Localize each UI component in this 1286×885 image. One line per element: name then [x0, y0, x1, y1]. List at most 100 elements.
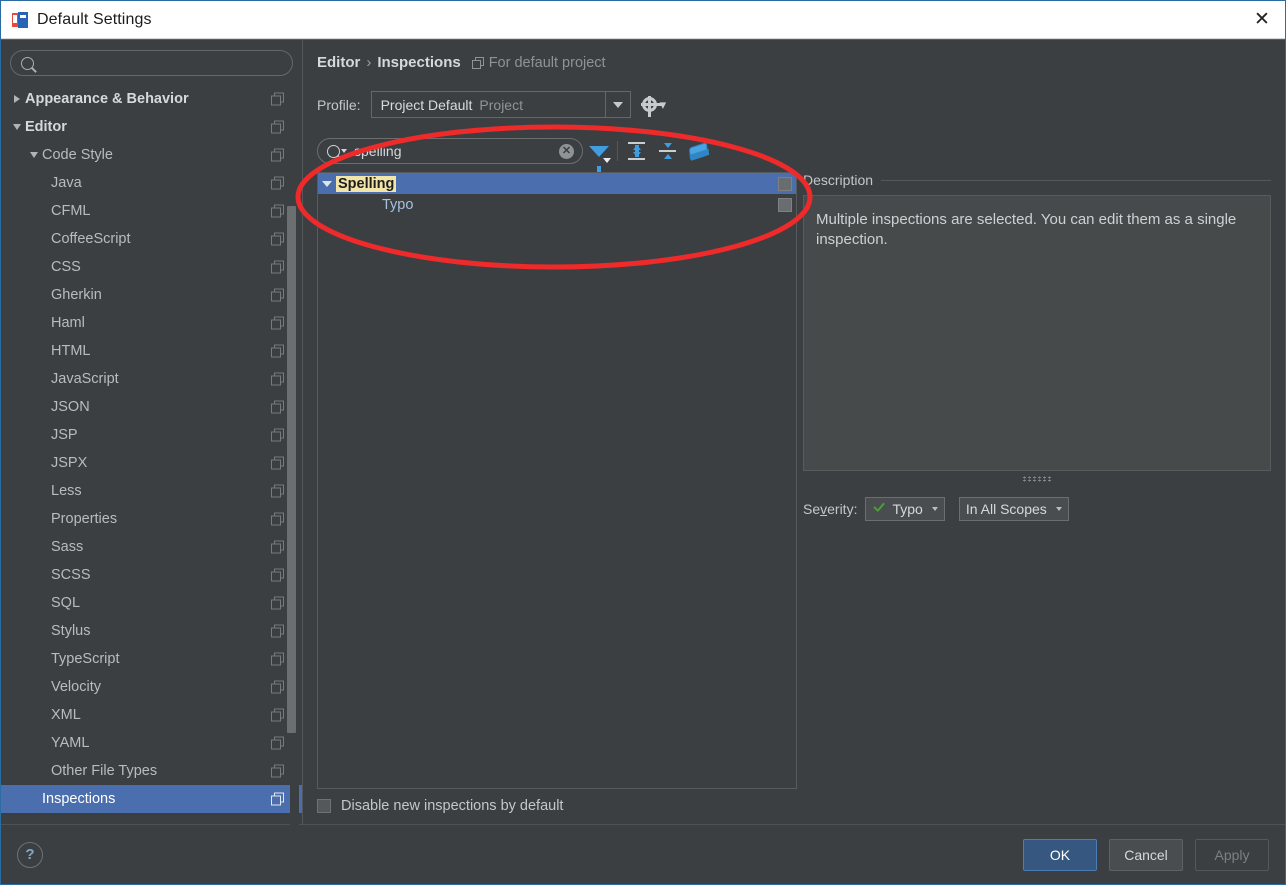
chevron-down-icon[interactable]	[26, 152, 42, 158]
copy-icon[interactable]	[271, 680, 284, 694]
profile-row: Profile: Project Default Project ▾	[317, 91, 1271, 118]
copy-icon[interactable]	[271, 540, 284, 554]
collapse-all-icon[interactable]	[652, 136, 683, 166]
inspection-search-input[interactable]: spelling ✕	[317, 138, 583, 164]
copy-icon[interactable]	[271, 344, 284, 358]
clear-icon[interactable]: ✕	[559, 143, 574, 159]
sidebar-tree[interactable]: Appearance & Behavior Editor Code Style Jav…	[1, 83, 302, 824]
sidebar-item-haml[interactable]: Haml	[1, 309, 302, 337]
reset-icon[interactable]	[683, 136, 714, 166]
copy-icon	[471, 56, 484, 69]
copy-icon[interactable]	[271, 92, 284, 106]
copy-icon[interactable]	[271, 764, 284, 778]
copy-icon[interactable]	[271, 120, 284, 134]
sidebar-item-label: TypeScript	[51, 651, 120, 667]
filter-icon[interactable]	[583, 136, 614, 173]
profile-value: Project Default	[380, 96, 473, 113]
sidebar-item-typescript[interactable]: TypeScript	[1, 645, 302, 673]
severity-value: Typo	[892, 501, 923, 517]
copy-icon[interactable]	[271, 456, 284, 470]
sidebar-item-stylus[interactable]: Stylus	[1, 617, 302, 645]
copy-icon[interactable]	[271, 232, 284, 246]
sidebar-item-appearance-behavior[interactable]: Appearance & Behavior	[1, 85, 302, 113]
sidebar-item-editor[interactable]: Editor	[1, 113, 302, 141]
sidebar-item-other-file-types[interactable]: Other File Types	[1, 757, 302, 785]
copy-icon[interactable]	[271, 148, 284, 162]
severity-row: Severity: Typo In All Scopes	[803, 497, 1271, 521]
scope-combobox[interactable]: In All Scopes	[958, 497, 1069, 521]
expand-all-icon[interactable]	[621, 136, 652, 166]
sidebar-item-gherkin[interactable]: Gherkin	[1, 281, 302, 309]
sidebar-item-code-style[interactable]: Code Style	[1, 141, 302, 169]
severity-combobox[interactable]: Typo	[865, 497, 945, 521]
sidebar-item-jspx[interactable]: JSPX	[1, 449, 302, 477]
inspection-row[interactable]: Spelling	[318, 173, 796, 194]
profile-settings-button[interactable]: ▾	[640, 96, 666, 117]
sidebar-item-sass[interactable]: Sass	[1, 533, 302, 561]
sidebar-item-javascript[interactable]: JavaScript	[1, 365, 302, 393]
copy-icon[interactable]	[271, 400, 284, 414]
close-icon[interactable]: ✕	[1239, 1, 1285, 39]
copy-icon[interactable]	[271, 708, 284, 722]
help-button[interactable]: ?	[17, 841, 43, 868]
inspection-checkbox[interactable]	[778, 176, 792, 191]
title-bar: Default Settings ✕	[1, 1, 1285, 39]
chevron-down-icon[interactable]	[604, 92, 630, 117]
sidebar-item-properties[interactable]: Properties	[1, 505, 302, 533]
copy-icon[interactable]	[271, 652, 284, 666]
description-rule	[881, 179, 1271, 181]
chevron-down-icon[interactable]	[318, 180, 336, 187]
sidebar-item-css[interactable]: CSS	[1, 253, 302, 281]
inspection-checkbox[interactable]	[778, 197, 792, 212]
copy-icon[interactable]	[271, 288, 284, 302]
sidebar-item-inspections[interactable]: Inspections	[1, 785, 302, 813]
sidebar-item-scss[interactable]: SCSS	[1, 561, 302, 589]
profile-combobox[interactable]: Project Default Project	[370, 91, 631, 118]
inspection-label: Typo	[382, 196, 414, 213]
sidebar-item-cfml[interactable]: CFML	[1, 197, 302, 225]
sidebar-scrollbar-track[interactable]	[287, 122, 299, 852]
resize-grip[interactable]	[1022, 476, 1052, 482]
copy-icon[interactable]	[271, 624, 284, 638]
dialog-body: Appearance & Behavior Editor Code Style Jav…	[1, 39, 1285, 852]
disable-new-inspections-checkbox[interactable]: Disable new inspections by default	[317, 798, 1271, 814]
copy-icon[interactable]	[271, 596, 284, 610]
sidebar-item-jsp[interactable]: JSP	[1, 421, 302, 449]
sidebar-item-java[interactable]: Java	[1, 169, 302, 197]
copy-icon[interactable]	[271, 792, 284, 806]
description-title: Description	[803, 172, 874, 188]
copy-icon[interactable]	[271, 512, 284, 526]
inspection-list[interactable]: Spelling Typo	[317, 172, 797, 789]
copy-icon[interactable]	[271, 428, 284, 442]
copy-icon[interactable]	[271, 484, 284, 498]
disable-new-inspections-label: Disable new inspections by default	[341, 798, 564, 814]
sidebar-item-html[interactable]: HTML	[1, 337, 302, 365]
sidebar-item-sql[interactable]: SQL	[1, 589, 302, 617]
copy-icon[interactable]	[271, 316, 284, 330]
copy-icon[interactable]	[271, 260, 284, 274]
copy-icon[interactable]	[271, 204, 284, 218]
sidebar-scrollbar-thumb[interactable]	[287, 206, 296, 733]
sidebar-item-json[interactable]: JSON	[1, 393, 302, 421]
sidebar-item-coffeescript[interactable]: CoffeeScript	[1, 225, 302, 253]
sidebar-item-yaml[interactable]: YAML	[1, 729, 302, 757]
sidebar-item-less[interactable]: Less	[1, 477, 302, 505]
chevron-right-icon[interactable]	[9, 95, 25, 103]
copy-icon[interactable]	[271, 176, 284, 190]
sidebar-item-velocity[interactable]: Velocity	[1, 673, 302, 701]
inspections-toolbar: spelling ✕	[317, 136, 1271, 173]
cancel-button[interactable]: Cancel	[1109, 838, 1183, 871]
inspection-row[interactable]: Typo	[318, 194, 796, 215]
ok-button[interactable]: OK	[1023, 838, 1097, 871]
sidebar-item-label: Velocity	[51, 679, 101, 695]
sidebar-item-xml[interactable]: XML	[1, 701, 302, 729]
copy-icon[interactable]	[271, 568, 284, 582]
sidebar-search-input[interactable]	[10, 50, 293, 76]
copy-icon[interactable]	[271, 736, 284, 750]
chevron-down-icon[interactable]	[9, 124, 25, 130]
typo-check-icon	[872, 503, 886, 515]
breadcrumb-editor[interactable]: Editor	[317, 54, 360, 71]
search-dropdown-icon	[327, 144, 340, 158]
copy-icon[interactable]	[271, 372, 284, 386]
toolbar-divider	[617, 141, 618, 161]
